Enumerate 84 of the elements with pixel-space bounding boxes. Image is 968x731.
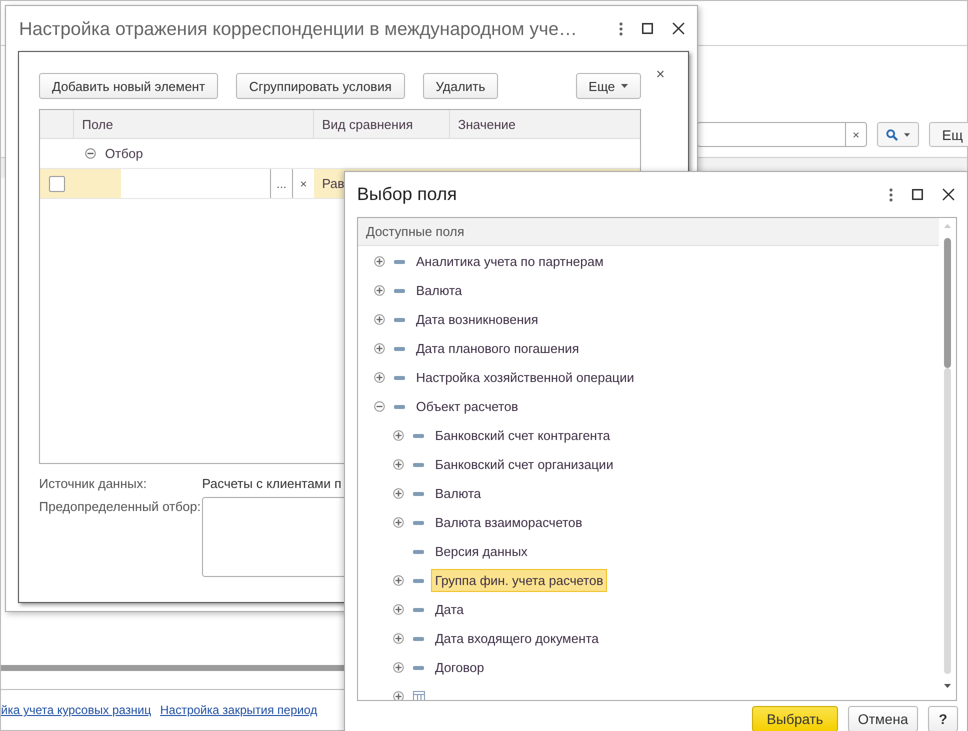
window-title: Настройка отражения корреспонденции в международном уче…	[19, 18, 578, 40]
expand-icon[interactable]	[393, 517, 404, 528]
field-label: Источник данных:	[39, 476, 148, 491]
tree-item[interactable]: Договор	[431, 656, 488, 679]
search-icon	[886, 128, 898, 142]
column-header: Поле	[74, 110, 314, 138]
search-button[interactable]	[877, 122, 919, 147]
tree-item[interactable]: Валюта	[412, 279, 466, 302]
field-icon	[394, 346, 405, 350]
checkbox[interactable]	[49, 176, 65, 192]
expand-icon[interactable]	[393, 430, 404, 441]
expand-icon[interactable]	[393, 633, 404, 644]
tree-item[interactable]: Дата	[431, 598, 468, 621]
tree-item[interactable]: Банковский счет организации	[431, 453, 618, 476]
column-header: Вид сравнения	[314, 110, 450, 138]
collapse-icon[interactable]	[374, 401, 385, 412]
search-field[interactable]: ×	[697, 122, 867, 147]
field-icon	[394, 288, 405, 292]
expand-icon[interactable]	[393, 575, 404, 586]
field-icon	[394, 318, 405, 322]
field-value: Расчеты с клиентами п	[202, 476, 342, 491]
field-icon	[413, 434, 424, 438]
field-icon	[413, 550, 424, 554]
field-icon	[394, 260, 405, 264]
table-icon	[413, 691, 425, 700]
link[interactable]: Настройка закрытия период	[160, 703, 318, 717]
group-label: Отбор	[105, 146, 143, 161]
dialog-button[interactable]: Выбрать	[752, 706, 838, 731]
maximize-icon[interactable]	[912, 189, 923, 200]
field-icon	[413, 666, 424, 670]
select-button[interactable]: ...	[270, 169, 292, 198]
more-icon[interactable]	[619, 22, 623, 36]
field-icon	[413, 520, 424, 524]
tree-item[interactable]: Валюта взаиморасчетов	[431, 511, 586, 534]
tree-item[interactable]: Дата планового погашения	[412, 337, 584, 360]
expand-icon[interactable]	[374, 256, 385, 267]
toolbar-button[interactable]: Сгруппировать условия	[236, 73, 405, 99]
expand-icon[interactable]	[374, 314, 385, 325]
help-button[interactable]: ?	[928, 706, 958, 731]
clear-button[interactable]: ×	[845, 123, 866, 146]
close-icon[interactable]	[942, 188, 955, 201]
tree-item[interactable]: Группа фин. учета расчетов	[431, 569, 608, 592]
toolbar-button[interactable]: Добавить новый элемент	[39, 73, 218, 99]
tree-item[interactable]: Валюта	[431, 482, 485, 505]
field-label: Предопределенный отбор:	[39, 498, 202, 516]
input-field[interactable]	[121, 169, 270, 198]
tree-item[interactable]: Дата входящего документа	[431, 627, 603, 650]
link[interactable]: йка учета курсовых разниц	[1, 703, 152, 717]
tree-item[interactable]: Дата возникновения	[412, 308, 542, 331]
field-icon	[413, 636, 424, 640]
expand-icon[interactable]	[374, 372, 385, 383]
table-cell: Рав	[322, 176, 344, 191]
expand-icon[interactable]	[393, 459, 404, 470]
column-header: Доступные поля	[358, 218, 940, 246]
close-icon[interactable]	[672, 22, 685, 35]
tree-item[interactable]: Объект расчетов	[412, 395, 522, 418]
caret-icon	[621, 84, 628, 88]
dialog-button[interactable]: Отмена	[848, 706, 918, 731]
clear-button[interactable]: ×	[292, 169, 314, 198]
caret-icon	[904, 132, 910, 136]
field-icon	[394, 376, 405, 380]
field-icon	[413, 608, 424, 612]
field-icon	[413, 462, 424, 466]
expand-icon[interactable]	[393, 604, 404, 615]
column-header: Значение	[457, 116, 517, 134]
expand-icon[interactable]	[374, 343, 385, 354]
field-icon	[413, 492, 424, 496]
more-button[interactable]: Еще	[576, 73, 641, 99]
expand-icon[interactable]	[374, 285, 385, 296]
expand-icon[interactable]	[393, 662, 404, 673]
more-icon[interactable]	[889, 188, 893, 202]
collapse-icon[interactable]	[85, 148, 96, 159]
tree-item[interactable]: Версия данных	[431, 540, 532, 563]
expand-icon[interactable]	[393, 691, 404, 700]
close-button[interactable]: ×	[656, 68, 665, 82]
more-button[interactable]: Ещ	[929, 122, 968, 147]
field-icon	[413, 578, 424, 582]
field-icon	[394, 404, 405, 408]
tree-item[interactable]: Аналитика учета по партнерам	[412, 250, 608, 273]
tree-item[interactable]: Настройка хозяйственной операции	[412, 366, 638, 389]
maximize-icon[interactable]	[642, 23, 653, 34]
toolbar-button[interactable]: Удалить	[422, 73, 498, 99]
tree-item[interactable]: Банковский счет контрагента	[431, 424, 614, 447]
expand-icon[interactable]	[393, 488, 404, 499]
